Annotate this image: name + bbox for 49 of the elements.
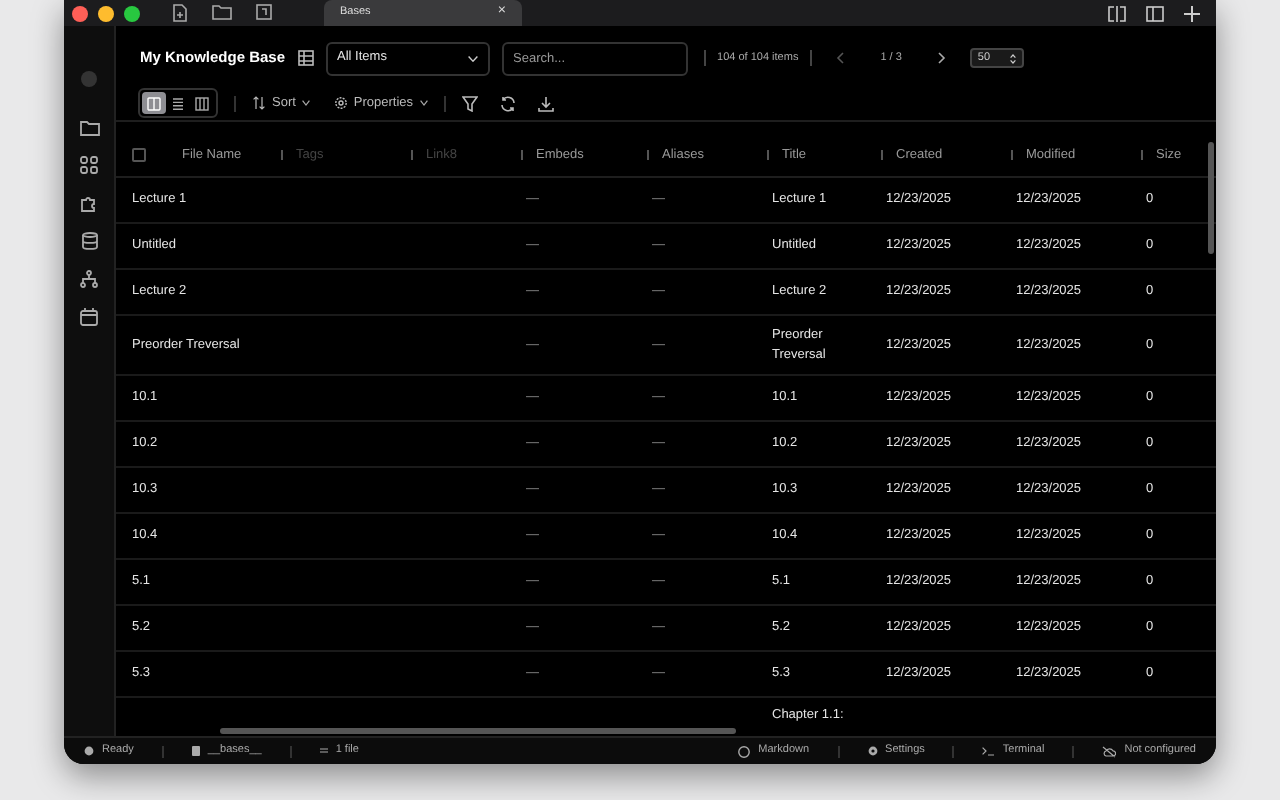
stepper-icon — [1009, 53, 1016, 63]
drag-handle-icon[interactable] — [1010, 150, 1014, 160]
database-icon[interactable] — [81, 232, 97, 250]
drag-handle-icon[interactable] — [1140, 150, 1144, 160]
chevron-down-icon — [467, 55, 478, 61]
chevron-down-icon — [301, 100, 310, 106]
terminal-icon — [982, 746, 995, 756]
list-view-icon — [170, 95, 186, 111]
zoom-window-button[interactable] — [124, 5, 140, 21]
drag-handle-icon[interactable] — [520, 150, 524, 160]
previous-page-icon[interactable] — [836, 52, 845, 64]
download-icon[interactable] — [537, 95, 554, 111]
close-window-button[interactable] — [72, 5, 88, 21]
drag-handle-icon[interactable] — [280, 150, 284, 160]
new-file-icon[interactable] — [172, 4, 188, 22]
hierarchy-icon[interactable] — [80, 270, 98, 288]
file-icon — [191, 746, 200, 756]
split-view-icon[interactable] — [1108, 5, 1126, 21]
window-icon[interactable] — [256, 4, 272, 20]
grid-icon[interactable] — [80, 156, 98, 174]
gear-icon — [867, 746, 878, 756]
puzzle-icon[interactable] — [80, 194, 98, 212]
sort-icon — [252, 96, 266, 110]
plus-icon[interactable] — [1184, 5, 1200, 21]
view-mode-button[interactable] — [142, 92, 166, 114]
calendar-icon[interactable] — [80, 308, 98, 326]
sidebar-icon[interactable] — [1146, 5, 1164, 21]
folder-icon[interactable] — [79, 120, 99, 136]
chevron-down-icon — [419, 100, 428, 106]
select-all-checkbox[interactable] — [132, 148, 146, 162]
horizontal-scrollbar[interactable] — [220, 728, 736, 734]
status-dot-icon — [84, 746, 94, 756]
cloud-off-icon — [1102, 745, 1117, 757]
view-mode-button[interactable] — [190, 92, 214, 114]
folder-icon[interactable] — [212, 4, 232, 20]
minimize-window-button[interactable] — [98, 5, 114, 21]
columns-view-icon — [146, 95, 162, 111]
next-page-icon[interactable] — [937, 52, 946, 64]
drag-handle-icon[interactable] — [880, 150, 884, 160]
refresh-icon[interactable] — [499, 95, 516, 111]
table-icon[interactable] — [297, 50, 314, 66]
table-view-icon — [194, 95, 210, 111]
lines-icon — [319, 748, 328, 754]
vertical-scrollbar[interactable] — [1208, 142, 1214, 254]
drag-handle-icon[interactable] — [646, 150, 650, 160]
drag-handle-icon[interactable] — [766, 150, 770, 160]
drag-handle-icon[interactable] — [410, 150, 414, 160]
filter-icon[interactable] — [461, 95, 478, 111]
gear-icon — [333, 96, 348, 110]
